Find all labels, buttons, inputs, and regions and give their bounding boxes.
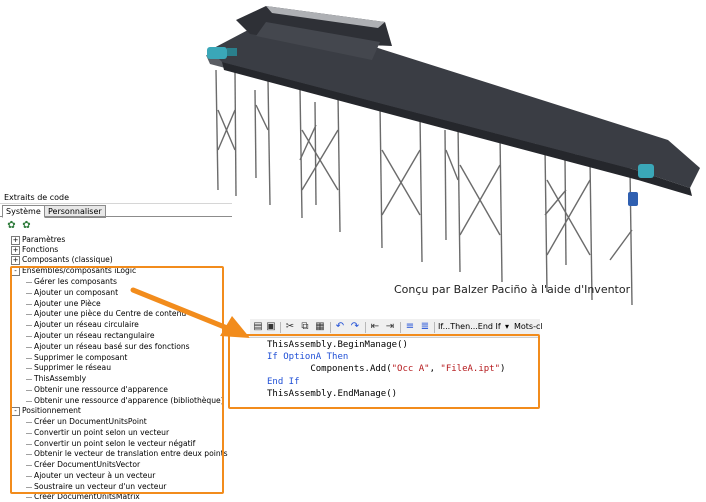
keywords-dropdown[interactable]: Mots-cl [514, 322, 543, 331]
gear-icon[interactable]: ✿ [6, 220, 17, 231]
save-icon[interactable]: ▣ [265, 321, 277, 333]
settings-icon[interactable]: ✿ [21, 220, 32, 231]
divider [280, 322, 281, 333]
undo-icon[interactable]: ↶ [334, 321, 346, 333]
divider [434, 322, 435, 333]
print-icon[interactable]: ▤ [252, 321, 264, 333]
divider [400, 322, 401, 333]
divider [330, 322, 331, 333]
code-line-5[interactable]: ThisAssembly.EndManage() [267, 388, 397, 400]
paste-icon[interactable]: ▦ [314, 321, 326, 333]
divider [0, 203, 232, 204]
keyword: If [267, 352, 278, 362]
variable: OptionA [277, 352, 327, 362]
code-snippets-panel: Extraits de code Système Personnaliser ✿… [0, 191, 232, 501]
tree-connector [26, 497, 32, 498]
tree-category[interactable]: Paramètres [22, 235, 65, 245]
comment-icon[interactable]: ≡ [404, 321, 416, 333]
code-line-3[interactable]: Components.Add("Occ A", "FileA.ipt") [267, 363, 505, 375]
highlight-box [10, 266, 224, 494]
code-line-4[interactable]: End If [267, 376, 300, 388]
tree-category[interactable]: Fonctions [22, 245, 58, 255]
uncomment-icon[interactable]: ≣ [419, 321, 431, 333]
code-text: , [429, 364, 441, 374]
tree-item-label: Fonctions [22, 245, 59, 254]
dropdown-icon[interactable]: ▾ [505, 322, 509, 331]
cut-icon[interactable]: ✂ [284, 321, 296, 333]
expand-icon[interactable]: + [11, 236, 20, 245]
expand-icon[interactable]: + [11, 246, 20, 255]
keyword: Then [326, 352, 349, 362]
code-line-1[interactable]: ThisAssembly.BeginManage() [267, 339, 408, 351]
string-literal: "Occ A" [391, 364, 430, 374]
tree-item-label: Paramètres [22, 235, 66, 244]
divider [365, 322, 366, 333]
string-literal: "FileA.ipt" [440, 364, 501, 374]
code-text: ) [500, 364, 506, 374]
panel-title: Extraits de code [4, 193, 70, 202]
expand-icon[interactable]: + [11, 256, 20, 265]
code-editor: ▤ ▣ ✂ ⧉ ▦ ↶ ↷ ⇤ ⇥ ≡ ≣ If...Then...End If… [228, 319, 543, 409]
tree-category[interactable]: Composants (classique) [22, 255, 113, 265]
copy-icon[interactable]: ⧉ [299, 321, 311, 333]
outdent-icon[interactable]: ⇤ [369, 321, 381, 333]
code-text: Components.Add( [267, 364, 392, 374]
tree-item-label: Composants (classique) [22, 255, 113, 264]
if-then-button[interactable]: If...Then...End If [438, 322, 501, 331]
code-line-2[interactable]: If OptionA Then [267, 351, 348, 363]
indent-icon[interactable]: ⇥ [384, 321, 396, 333]
redo-icon[interactable]: ↷ [349, 321, 361, 333]
design-caption: Conçu par Balzer Paciño à l'aide d'Inven… [394, 283, 631, 296]
tab-system[interactable]: Système [2, 205, 45, 218]
